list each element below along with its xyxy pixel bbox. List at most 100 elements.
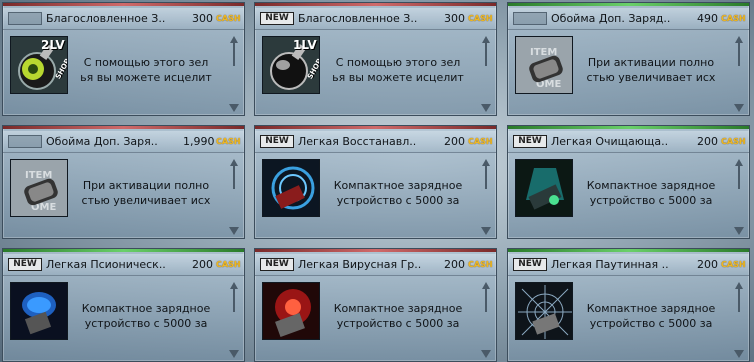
- item-price: 490: [697, 12, 718, 25]
- cash-currency-label: CASH: [468, 260, 493, 269]
- item-description: Компактное зарядное устройство с 5000 за: [76, 301, 216, 333]
- description-line: устройство с 5000 за: [336, 194, 460, 207]
- card-header: NEW Легкая Паутинная .. 200 CASH: [508, 254, 749, 276]
- virus-charger-icon[interactable]: [262, 282, 320, 340]
- shop-item-card[interactable]: NEW Легкая Очищающа.. 200 CASH Компактное за…: [507, 125, 750, 239]
- description-line: Компактное зарядное: [586, 179, 716, 192]
- card-status-line: [508, 126, 749, 129]
- item-description: Компактное зарядное устройство с 5000 за: [328, 178, 468, 210]
- description-line: стью увеличивает исх: [81, 194, 211, 207]
- item-title: Благословленное З..: [298, 12, 418, 25]
- item-price: 200: [444, 258, 465, 271]
- shop-item-card[interactable]: Обойма Доп. Заря.. 1,990 CASH ITEM OME При ак…: [2, 125, 245, 239]
- description-line: При активации полно: [587, 56, 715, 69]
- shop-item-card[interactable]: Благословленное З.. 300 CASH 2LV SHOP С помощ…: [2, 2, 245, 116]
- item-price: 200: [697, 258, 718, 271]
- item-title: Легкая Вирусная Гр..: [298, 258, 422, 271]
- cash-currency-label: CASH: [721, 260, 746, 269]
- scroll-down-arrow-icon[interactable]: [734, 104, 744, 112]
- new-badge: NEW: [513, 258, 547, 271]
- shop-item-card[interactable]: NEW Благословленное З.. 300 CASH 1LV SHOP С по…: [254, 2, 497, 116]
- description-line: Компактное зарядное: [333, 179, 463, 192]
- shop-item-card[interactable]: NEW Легкая Паутинная .. 200 CASH Компактное …: [507, 248, 750, 362]
- card-header: Благословленное З.. 300 CASH: [3, 8, 244, 30]
- cash-currency-label: CASH: [468, 137, 493, 146]
- description-line: устройство с 5000 за: [589, 317, 713, 330]
- clip-item-icon[interactable]: ITEM OME: [10, 159, 68, 217]
- description-scrollbar[interactable]: [229, 282, 239, 360]
- item-description: При активации полно стью увеличивает исх: [581, 55, 721, 87]
- description-scrollbar[interactable]: [229, 159, 239, 237]
- new-badge: [8, 12, 42, 25]
- card-status-line: [3, 126, 244, 129]
- cleanse-charger-icon[interactable]: [515, 159, 573, 217]
- description-line: ья вы можете исцелит: [332, 71, 464, 84]
- card-status-line: [3, 3, 244, 6]
- card-status-line: [508, 249, 749, 252]
- item-title: Легкая Псионическ..: [46, 258, 166, 271]
- item-description: При активации полно стью увеличивает исх: [76, 178, 216, 210]
- card-status-line: [255, 249, 496, 252]
- item-price: 200: [444, 135, 465, 148]
- scroll-down-arrow-icon[interactable]: [229, 350, 239, 358]
- description-scrollbar[interactable]: [734, 36, 744, 114]
- card-status-line: [508, 3, 749, 6]
- card-status-line: [3, 249, 244, 252]
- card-header: NEW Благословленное З.. 300 CASH: [255, 8, 496, 30]
- scroll-up-arrow-icon[interactable]: [482, 159, 490, 189]
- clip-item-icon[interactable]: ITEM OME: [515, 36, 573, 94]
- scroll-up-arrow-icon[interactable]: [230, 159, 238, 189]
- scroll-up-arrow-icon[interactable]: [482, 36, 490, 66]
- item-description: Компактное зарядное устройство с 5000 за: [581, 178, 721, 210]
- scroll-down-arrow-icon[interactable]: [481, 350, 491, 358]
- new-badge: NEW: [260, 258, 294, 271]
- item-level-label: 1LV: [293, 38, 317, 52]
- scroll-down-arrow-icon[interactable]: [229, 104, 239, 112]
- card-header: NEW Легкая Вирусная Гр.. 200 CASH: [255, 254, 496, 276]
- item-price: 300: [444, 12, 465, 25]
- cash-currency-label: CASH: [468, 14, 493, 23]
- shop-item-card[interactable]: NEW Легкая Вирусная Гр.. 200 CASH Компактное…: [254, 248, 497, 362]
- scroll-down-arrow-icon[interactable]: [481, 104, 491, 112]
- scroll-up-arrow-icon[interactable]: [735, 36, 743, 66]
- description-scrollbar[interactable]: [734, 282, 744, 360]
- description-scrollbar[interactable]: [481, 159, 491, 237]
- scroll-down-arrow-icon[interactable]: [734, 227, 744, 235]
- potion-lv2-icon[interactable]: 2LV SHOP: [10, 36, 68, 94]
- scroll-down-arrow-icon[interactable]: [481, 227, 491, 235]
- card-header: Обойма Доп. Заря.. 1,990 CASH: [3, 131, 244, 153]
- psionic-charger-icon[interactable]: [10, 282, 68, 340]
- scroll-up-arrow-icon[interactable]: [482, 282, 490, 312]
- shop-item-card[interactable]: Обойма Доп. Заряд.. 490 CASH ITEM OME При акт…: [507, 2, 750, 116]
- heal-charger-icon[interactable]: [262, 159, 320, 217]
- description-scrollbar[interactable]: [481, 282, 491, 360]
- item-title: Обойма Доп. Заряд..: [551, 12, 671, 25]
- item-price: 1,990: [183, 135, 215, 148]
- shop-item-card[interactable]: NEW Легкая Восстанавл.. 200 CASH Компактное …: [254, 125, 497, 239]
- scroll-up-arrow-icon[interactable]: [735, 159, 743, 189]
- new-badge: NEW: [260, 12, 294, 25]
- item-description: Компактное зарядное устройство с 5000 за: [328, 301, 468, 333]
- shop-item-card[interactable]: NEW Легкая Псионическ.. 200 CASH Компактное …: [2, 248, 245, 362]
- description-line: устройство с 5000 за: [336, 317, 460, 330]
- description-scrollbar[interactable]: [229, 36, 239, 114]
- scroll-up-arrow-icon[interactable]: [230, 282, 238, 312]
- card-status-line: [255, 126, 496, 129]
- scroll-up-arrow-icon[interactable]: [735, 282, 743, 312]
- description-scrollbar[interactable]: [481, 36, 491, 114]
- description-scrollbar[interactable]: [734, 159, 744, 237]
- new-badge: NEW: [8, 258, 42, 271]
- scroll-down-arrow-icon[interactable]: [734, 350, 744, 358]
- potion-lv1-icon[interactable]: 1LV SHOP: [262, 36, 320, 94]
- item-description: Компактное зарядное устройство с 5000 за: [581, 301, 721, 333]
- item-description: С помощью этого зел ья вы можете исцелит: [328, 55, 468, 87]
- web-charger-icon[interactable]: [515, 282, 573, 340]
- description-line: С помощью этого зел: [83, 56, 209, 69]
- cash-currency-label: CASH: [721, 137, 746, 146]
- item-title: Обойма Доп. Заря..: [46, 135, 158, 148]
- cash-currency-label: CASH: [216, 137, 241, 146]
- cash-currency-label: CASH: [216, 14, 241, 23]
- item-description: С помощью этого зел ья вы можете исцелит: [76, 55, 216, 87]
- scroll-up-arrow-icon[interactable]: [230, 36, 238, 66]
- scroll-down-arrow-icon[interactable]: [229, 227, 239, 235]
